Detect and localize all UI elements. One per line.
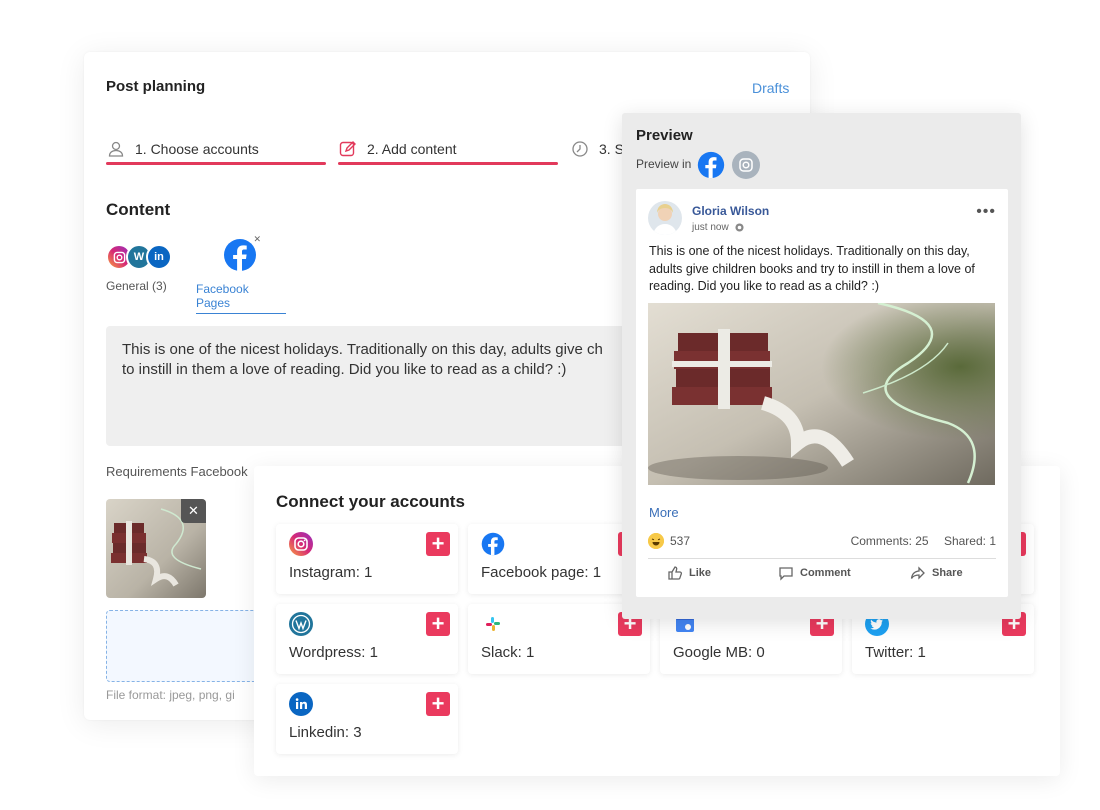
account-group-facebook[interactable]: ✕ Facebook Pages xyxy=(196,234,286,314)
add-account-button[interactable]: + xyxy=(426,612,450,636)
account-name: Twitter: 1 xyxy=(865,644,926,661)
comment-label: Comment xyxy=(800,567,851,579)
post-text: This is one of the nicest holidays. Trad… xyxy=(649,244,975,293)
clock-icon xyxy=(570,139,590,159)
avatar xyxy=(648,201,682,235)
reactions-number: 537 xyxy=(670,534,691,548)
drafts-link[interactable]: Drafts xyxy=(752,80,789,96)
share-label: Share xyxy=(932,567,963,579)
post-time-text: just now xyxy=(692,222,729,233)
like-label: Like xyxy=(689,567,712,579)
linkedin-icon xyxy=(289,692,313,716)
preview-in-label: Preview in xyxy=(636,157,692,171)
post-stats: Comments: 25 Shared: 1 xyxy=(851,534,996,548)
requirements-label: Requirements Facebook xyxy=(106,464,248,479)
like-button[interactable]: Like xyxy=(667,565,711,581)
account-name: Instagram: 1 xyxy=(289,564,373,581)
reactions-count[interactable]: 537 xyxy=(648,533,690,549)
post-timestamp: just now xyxy=(692,222,744,233)
account-name: Linkedin: 3 xyxy=(289,724,362,741)
instagram-icon xyxy=(289,532,313,556)
account-name: Slack: 1 xyxy=(481,644,535,661)
edit-icon xyxy=(338,139,358,159)
slack-icon xyxy=(481,612,505,636)
share-button[interactable]: Share xyxy=(910,565,963,581)
add-account-button[interactable]: + xyxy=(426,532,450,556)
preview-panel: Preview Preview in Gloria Wilson just no… xyxy=(622,113,1021,619)
textarea-line: to instill in them a love of reading. Di… xyxy=(122,361,567,378)
account-group-general[interactable]: W in General (3) xyxy=(106,244,178,293)
instagram-icon[interactable] xyxy=(732,151,760,179)
account-group-label: General (3) xyxy=(106,279,167,293)
remove-icon[interactable]: ✕ xyxy=(253,234,261,245)
account-group-label: Facebook Pages xyxy=(196,282,286,314)
connect-title: Connect your accounts xyxy=(276,492,465,511)
post-author[interactable]: Gloria Wilson xyxy=(692,204,769,218)
more-link[interactable]: More xyxy=(649,505,679,520)
step-add-content[interactable]: 2. Add content xyxy=(338,132,457,166)
post-content-textarea[interactable]: This is one of the nicest holidays. Trad… xyxy=(106,326,666,446)
account-name: Google MB: 0 xyxy=(673,644,765,661)
facebook-icon xyxy=(481,532,505,556)
step-underline xyxy=(106,162,326,165)
textarea-line: This is one of the nicest holidays. Trad… xyxy=(122,341,603,358)
post-image xyxy=(648,303,995,485)
haha-emoji-icon xyxy=(648,533,664,549)
share-icon xyxy=(910,566,925,580)
step-underline xyxy=(338,162,558,165)
divider xyxy=(648,558,996,559)
add-account-button[interactable]: + xyxy=(426,692,450,716)
comment-icon xyxy=(779,567,793,581)
user-icon xyxy=(106,139,126,159)
more-options-icon[interactable]: ••• xyxy=(976,204,996,220)
account-name: Wordpress: 1 xyxy=(289,644,378,661)
shares-count[interactable]: Shared: 1 xyxy=(944,534,996,548)
account-card-instagram[interactable]: Instagram: 1 + xyxy=(276,524,458,594)
file-format-hint: File format: jpeg, png, gi xyxy=(106,688,235,702)
comment-button[interactable]: Comment xyxy=(778,565,851,581)
step-choose-accounts[interactable]: 1. Choose accounts xyxy=(106,132,259,166)
thumbs-up-icon xyxy=(668,566,683,580)
globe-icon xyxy=(735,223,744,232)
wordpress-icon xyxy=(289,612,313,636)
preview-title: Preview xyxy=(636,127,693,144)
facebook-icon: ✕ xyxy=(223,234,261,272)
post-actions: Like Comment Share xyxy=(648,565,996,589)
content-heading: Content xyxy=(106,200,171,219)
remove-image-button[interactable]: ✕ xyxy=(181,499,206,523)
page-title: Post planning xyxy=(106,78,206,95)
account-card-linkedin[interactable]: Linkedin: 3 + xyxy=(276,684,458,754)
facebook-post-preview: Gloria Wilson just now ••• This is one o… xyxy=(636,189,1008,597)
account-name: Facebook page: 1 xyxy=(481,564,602,581)
step-label: 1. Choose accounts xyxy=(135,141,259,157)
facebook-icon[interactable] xyxy=(697,151,725,179)
account-card-wordpress[interactable]: Wordpress: 1 + xyxy=(276,604,458,674)
step-label: 2. Add content xyxy=(367,141,457,157)
comments-count[interactable]: Comments: 25 xyxy=(851,534,929,548)
linkedin-icon: in xyxy=(146,244,172,270)
